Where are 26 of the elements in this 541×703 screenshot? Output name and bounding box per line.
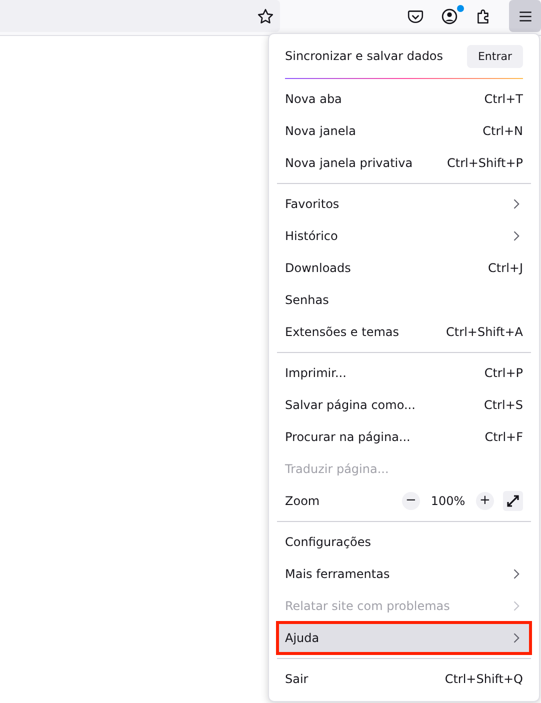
menu-item[interactable]: Nova janela Ctrl+N [277,115,531,147]
zoom-in-button[interactable]: + [476,492,494,510]
menu-item[interactable]: Nova aba Ctrl+T [277,83,531,115]
zoom-label: Zoom [285,494,321,508]
pocket-icon[interactable] [407,8,424,24]
menu-item[interactable]: Histórico [277,220,531,252]
menu-item[interactable]: Ajuda [277,622,531,654]
menu-item[interactable]: Downloads Ctrl+J [277,252,531,284]
zoom-level: 100% [430,494,466,508]
menu-item[interactable]: Imprimir... Ctrl+P [277,357,531,389]
menu-item[interactable]: Salvar página como... Ctrl+S [277,389,531,421]
fullscreen-button[interactable] [503,491,523,511]
menu-button[interactable] [509,0,541,32]
account-icon[interactable] [441,8,458,24]
menu-item[interactable]: Sair Ctrl+Shift+Q [277,663,531,695]
menu-item[interactable]: Senhas [277,284,531,316]
zoom-out-button[interactable]: − [402,492,420,510]
menu-item[interactable]: Configurações [277,526,531,558]
menu-item[interactable]: Extensões e temas Ctrl+Shift+A [277,316,531,348]
menu-item[interactable]: Nova janela privativa Ctrl+Shift+P [277,147,531,179]
menu-item[interactable]: Favoritos [277,188,531,220]
sync-title: Sincronizar e salvar dados [285,49,444,63]
menu-item[interactable]: Procurar na página... Ctrl+F [277,421,531,453]
menu-item[interactable]: Mais ferramentas [277,558,531,590]
sign-in-button[interactable]: Entrar [466,44,523,68]
star-icon[interactable] [257,8,274,24]
